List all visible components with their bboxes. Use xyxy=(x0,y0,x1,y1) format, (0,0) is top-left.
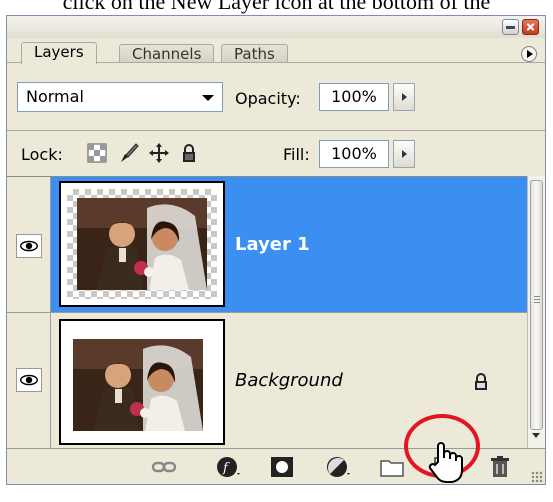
visibility-column xyxy=(7,177,51,312)
layer-name[interactable]: Layer 1 xyxy=(235,234,310,255)
layers-panel: Layers Channels Paths Normal Opacity: 10… xyxy=(6,15,546,485)
layer-thumbnail xyxy=(59,319,225,445)
eye-icon[interactable] xyxy=(16,368,42,392)
eye-icon[interactable] xyxy=(16,234,42,258)
lock-icon xyxy=(475,373,487,390)
blend-mode-value: Normal xyxy=(26,87,84,106)
tab-paths[interactable]: Paths xyxy=(221,44,288,63)
close-icon[interactable] xyxy=(522,19,539,35)
tutorial-caption: click on the New Layer icon at the botto… xyxy=(62,0,491,14)
new-group-folder-icon[interactable] xyxy=(379,455,405,479)
panel-tabs: Layers Channels Paths xyxy=(7,38,545,64)
lock-fill-row: Lock: Fill: 100% xyxy=(7,130,545,177)
visibility-column xyxy=(7,313,51,448)
scrollbar-thumb[interactable] xyxy=(530,180,543,430)
opacity-label: Opacity: xyxy=(235,89,301,108)
link-layers-icon[interactable] xyxy=(151,455,177,479)
layer-name[interactable]: Background xyxy=(235,370,343,391)
layers-list: Layer 1 Background xyxy=(7,176,527,449)
panel-menu-icon[interactable] xyxy=(521,46,537,62)
chevron-down-icon xyxy=(202,95,214,101)
lock-label: Lock: xyxy=(21,145,63,164)
layer-style-icon[interactable]: f xyxy=(215,455,241,479)
opacity-slider-button[interactable] xyxy=(393,83,415,111)
hand-cursor-icon xyxy=(428,442,463,483)
layers-scrollbar[interactable] xyxy=(527,176,545,448)
layer-thumbnail xyxy=(59,181,225,307)
tab-channels[interactable]: Channels xyxy=(119,44,215,63)
lock-image-pixels-icon[interactable] xyxy=(118,142,140,164)
lock-position-icon[interactable] xyxy=(148,142,170,164)
couple-photo-thumbnail xyxy=(73,339,203,431)
lock-transparent-pixels-icon[interactable] xyxy=(86,142,108,164)
panel-titlebar xyxy=(7,16,545,38)
blend-opacity-row: Normal Opacity: 100% xyxy=(7,62,545,131)
grip-icon xyxy=(534,296,540,297)
resize-grip-icon[interactable] xyxy=(531,471,543,483)
tab-layers[interactable]: Layers xyxy=(21,42,97,64)
fill-input[interactable]: 100% xyxy=(319,140,389,168)
minimize-icon[interactable] xyxy=(502,19,519,35)
lock-all-icon[interactable] xyxy=(178,142,200,164)
scroll-down-icon[interactable] xyxy=(532,433,540,438)
layer-mask-icon[interactable] xyxy=(269,455,295,479)
blend-mode-select[interactable]: Normal xyxy=(17,82,223,112)
opacity-input[interactable]: 100% xyxy=(319,83,389,111)
adjustment-layer-icon[interactable] xyxy=(325,455,351,479)
couple-photo-thumbnail xyxy=(77,198,207,290)
layer-row-layer-1[interactable]: Layer 1 xyxy=(7,177,527,313)
fill-label: Fill: xyxy=(283,145,310,164)
trash-icon[interactable] xyxy=(487,455,513,479)
fill-slider-button[interactable] xyxy=(393,140,415,168)
